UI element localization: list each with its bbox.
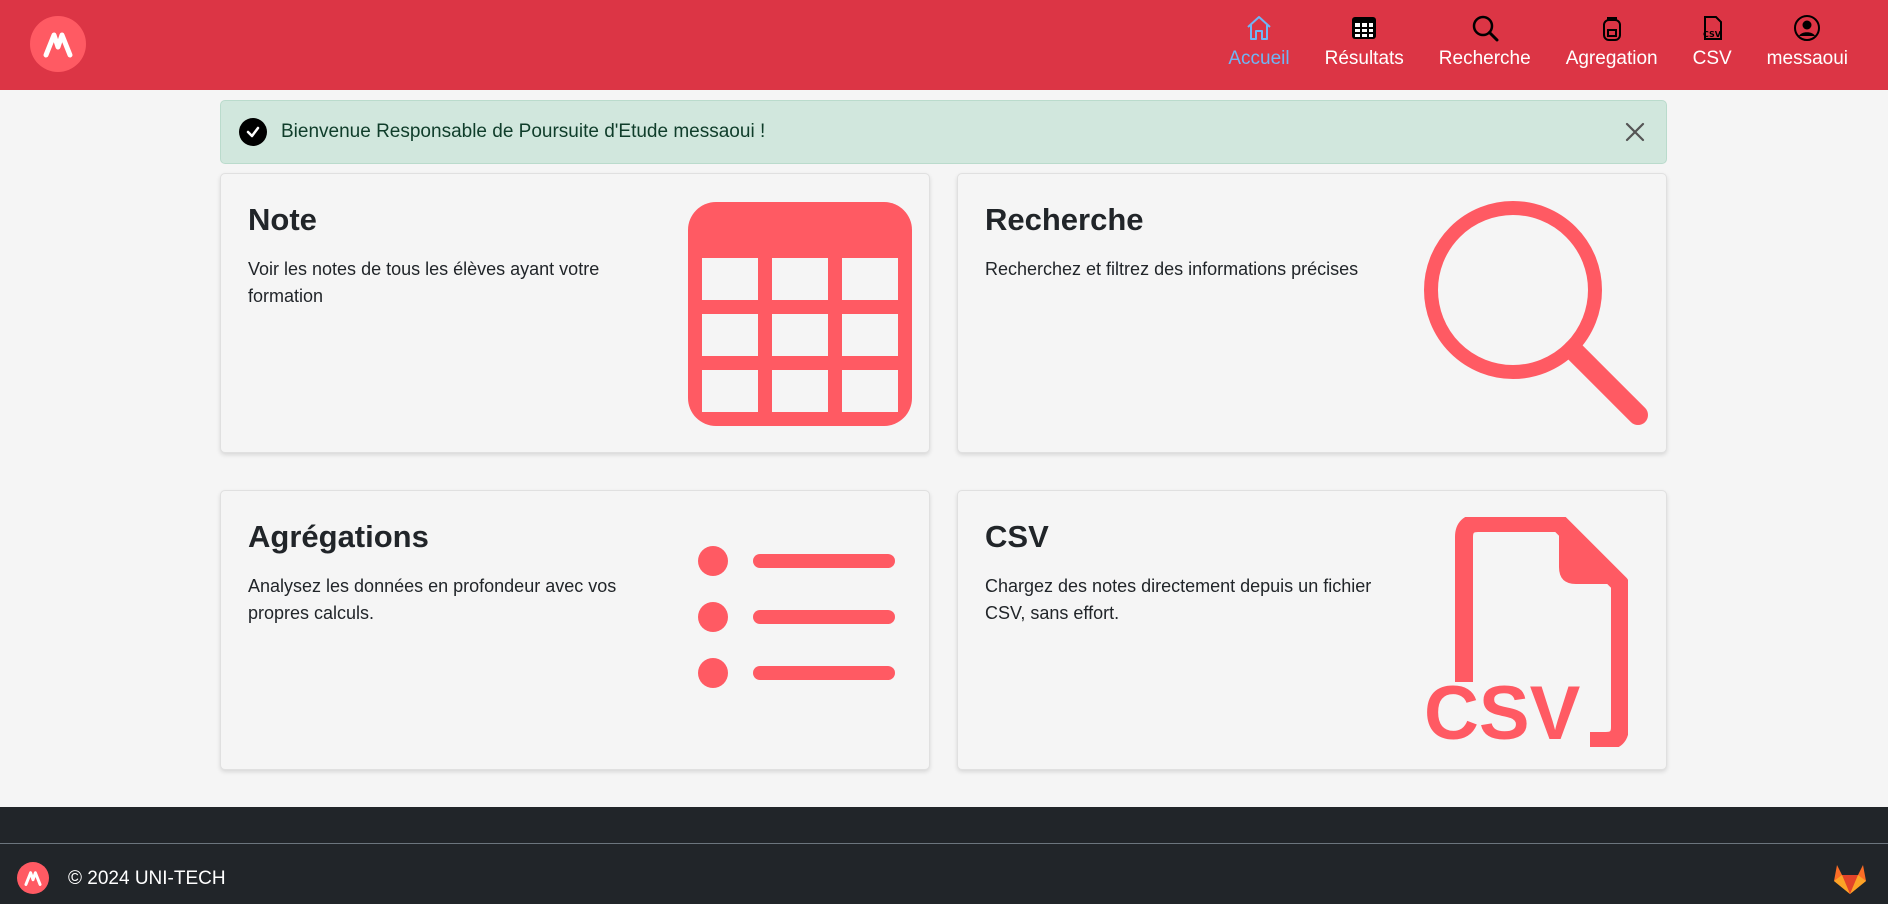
nav-accueil[interactable]: Accueil (1228, 0, 1290, 70)
app-logo[interactable] (30, 16, 86, 72)
card-csv[interactable]: CSV Chargez des notes directement depuis… (957, 490, 1667, 770)
svg-text:CSV: CSV (1703, 30, 1722, 39)
footer-logo (17, 862, 49, 894)
nav-label: Recherche (1438, 48, 1531, 69)
card-title: Recherche (985, 202, 1144, 237)
check-circle-icon (239, 118, 267, 146)
card-note[interactable]: Note Voir les notes de tous les élèves a… (220, 173, 930, 453)
card-description: Recherchez et filtrez des informations p… (985, 259, 1359, 279)
csv-file-icon: CSV (1696, 12, 1728, 44)
nav-label: Résultats (1324, 48, 1404, 69)
logo-icon (24, 871, 42, 886)
page-footer: © 2024 UNI-TECH (0, 807, 1888, 904)
nav-label: messaoui (1766, 48, 1848, 69)
nav-user[interactable]: messaoui (1767, 0, 1848, 70)
nav-csv[interactable]: CSV CSV (1693, 0, 1732, 70)
home-icon (1243, 12, 1275, 44)
backpack-icon (1596, 12, 1628, 44)
welcome-alert: Bienvenue Responsable de Poursuite d'Etu… (220, 100, 1667, 164)
card-title: Note (248, 202, 317, 237)
nav-resultats[interactable]: Résultats (1325, 0, 1404, 70)
nav-label: Agregation (1565, 48, 1658, 69)
top-navbar: Accueil Résultats Recherche Agregation C… (0, 0, 1888, 90)
nav-label: Accueil (1228, 48, 1290, 69)
search-icon (1424, 201, 1648, 425)
card-recherche[interactable]: Recherche Recherchez et filtrez des info… (957, 173, 1667, 453)
gitlab-icon[interactable] (1832, 861, 1868, 895)
nav-label: CSV (1692, 48, 1732, 69)
card-title: CSV (985, 519, 1049, 554)
list-icon (698, 546, 895, 688)
table-icon (688, 202, 912, 426)
card-description: Voir les notes de tous les élèves ayant … (248, 259, 600, 306)
card-title: Agrégations (248, 519, 429, 554)
nav-recherche[interactable]: Recherche (1439, 0, 1531, 70)
nav-agregation[interactable]: Agregation (1566, 0, 1658, 70)
footer-divider (0, 843, 1888, 844)
alert-message: Bienvenue Responsable de Poursuite d'Etu… (281, 121, 766, 142)
close-icon[interactable] (1622, 119, 1648, 145)
main-nav: Accueil Résultats Recherche Agregation C… (1193, 0, 1848, 90)
card-description: Chargez des notes directement depuis un … (985, 576, 1372, 623)
footer-copyright: © 2024 UNI-TECH (68, 868, 226, 889)
user-icon (1791, 12, 1823, 44)
card-agregations[interactable]: Agrégations Analysez les données en prof… (220, 490, 930, 770)
csv-file-icon: CSV (1424, 517, 1628, 747)
csv-label-art: CSV (1424, 671, 1581, 747)
card-description: Analysez les données en profondeur avec … (248, 576, 617, 623)
logo-icon (43, 32, 73, 58)
search-icon (1469, 12, 1501, 44)
table-icon (1348, 12, 1380, 44)
